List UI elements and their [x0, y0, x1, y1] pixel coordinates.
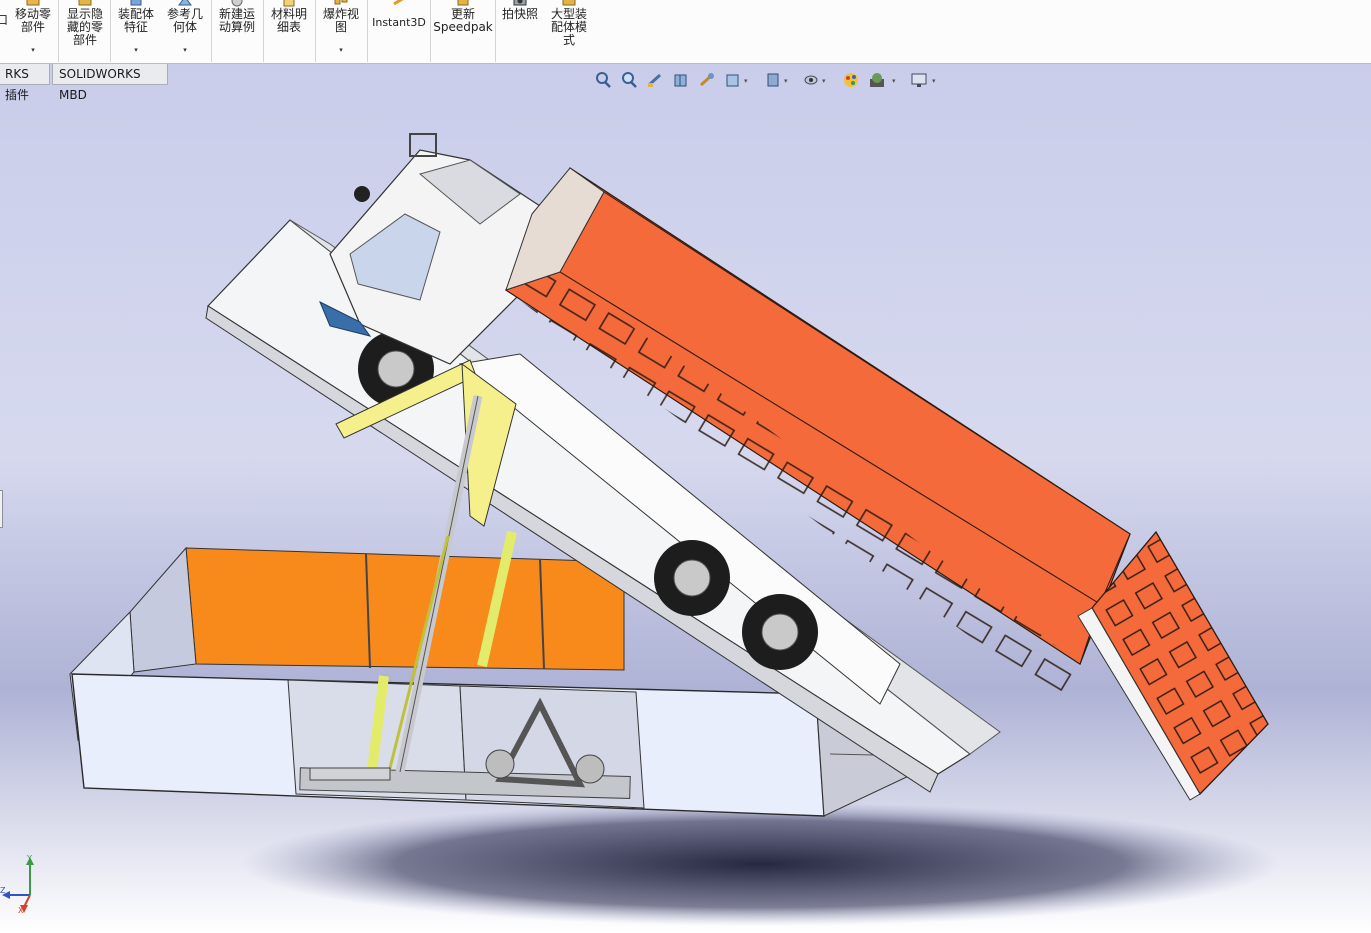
move-component-dropdown[interactable]: ▾ — [10, 46, 56, 54]
new-motion-study-label: 新建运 动算例 — [218, 7, 255, 34]
speedpak-icon — [457, 0, 469, 6]
ribbon-separator — [58, 0, 59, 62]
dynamic-annotation-button[interactable] — [696, 68, 718, 92]
ribbon-separator — [211, 0, 212, 62]
cut-off-tool[interactable]: 口 — [0, 0, 8, 62]
ground-shadow — [240, 802, 1280, 926]
large-assembly-mode-label: 大型装 配体模 式 — [550, 7, 587, 47]
exploded-view-dropdown[interactable]: ▾ — [317, 46, 365, 54]
ribbon-separator — [263, 0, 264, 62]
apply-scene-button[interactable] — [866, 68, 888, 92]
view-orientation-dropdown[interactable]: ▾ — [744, 77, 748, 85]
reference-geometry-icon — [178, 0, 192, 6]
view-orientation-icon — [726, 74, 739, 87]
graphics-area[interactable] — [0, 64, 1371, 933]
take-snapshot-label: 拍快照 — [501, 7, 538, 21]
ribbon-separator — [430, 0, 431, 62]
update-speedpak-label: 更新 Speedpak — [433, 7, 493, 34]
feature-manager-collapse-handle[interactable] — [0, 490, 3, 528]
show-hidden-label: 显示隐 藏的零 部件 — [66, 7, 103, 47]
bom-icon — [283, 0, 295, 7]
exploded-view-label: 爆炸视 图 — [322, 7, 359, 34]
z-axis-label: Z — [0, 886, 6, 895]
x-axis-label: X — [18, 906, 24, 915]
instant3d-icon — [393, 0, 404, 6]
ribbon-separator — [495, 0, 496, 62]
move-component-label: 移动零 部件 — [14, 7, 51, 34]
previous-view-icon — [647, 73, 662, 87]
exploded-view-icon — [334, 0, 348, 5]
bill-of-materials-button[interactable]: 材料明 细表 — [265, 0, 313, 62]
display-style-icon — [767, 73, 779, 87]
zoom-to-fit-button[interactable] — [592, 68, 614, 92]
camera-icon — [513, 0, 527, 6]
assembly-features-dropdown[interactable]: ▾ — [112, 46, 160, 54]
reference-geometry-label: 参考几 何体 — [166, 7, 203, 34]
ribbon-separator — [367, 0, 368, 62]
zoom-to-area-button[interactable] — [618, 68, 640, 92]
new-motion-study-button[interactable]: 新建运 动算例 — [213, 0, 261, 62]
tab-solidworks-mbd[interactable]: SOLIDWORKS MBD — [52, 64, 168, 102]
y-axis-label: Y — [26, 855, 32, 863]
large-assembly-mode-button[interactable]: 大型装 配体模 式 — [545, 0, 593, 62]
hide-show-dropdown[interactable]: ▾ — [822, 77, 826, 85]
instant3d-button[interactable]: Instant3D — [369, 0, 429, 62]
take-snapshot-button[interactable]: 拍快照 — [497, 0, 543, 62]
tab-addins[interactable]: RKS 插件 — [0, 64, 50, 102]
ribbon-separator — [110, 0, 111, 62]
large-assembly-icon — [562, 0, 576, 6]
zoom-to-area-icon — [622, 72, 637, 88]
view-settings-dropdown[interactable]: ▾ — [932, 77, 936, 85]
previous-view-button[interactable] — [644, 68, 666, 92]
display-style-dropdown[interactable]: ▾ — [784, 77, 788, 85]
edit-appearance-icon — [844, 73, 858, 87]
view-orientation-button[interactable] — [722, 68, 744, 92]
update-speedpak-button[interactable]: 更新 Speedpak — [432, 0, 494, 62]
section-view-button[interactable] — [670, 68, 692, 92]
show-hidden-components-button[interactable]: 显示隐 藏的零 部件 — [60, 0, 110, 62]
ribbon-separator — [315, 0, 316, 62]
view-settings-icon — [911, 73, 927, 87]
assembly-features-button[interactable]: 装配体 特征 ▾ — [112, 0, 160, 62]
hide-show-items-icon — [804, 75, 818, 85]
move-component-button[interactable]: 移动零 部件 ▾ — [10, 0, 56, 62]
display-style-button[interactable] — [762, 68, 784, 92]
assembly-features-icon — [130, 0, 142, 6]
hide-show-items-button[interactable] — [800, 68, 822, 92]
coordinate-triad: Y Z X — [0, 855, 34, 915]
zoom-to-fit-icon — [596, 72, 611, 88]
edit-appearance-button[interactable] — [840, 68, 862, 92]
show-hidden-icon — [78, 0, 92, 6]
assembly-features-label: 装配体 特征 — [117, 7, 154, 34]
move-component-icon — [26, 0, 40, 6]
command-manager-ribbon: 口 移动零 部件 ▾ 显示隐 藏的零 部件 装配体 特征 ▾ 参考几 何体 ▾ … — [0, 0, 1371, 64]
motion-study-icon — [231, 0, 243, 7]
view-settings-button[interactable] — [908, 68, 930, 92]
apply-scene-icon — [870, 73, 884, 87]
reference-geometry-button[interactable]: 参考几 何体 ▾ — [162, 0, 208, 62]
exploded-view-button[interactable]: 爆炸视 图 ▾ — [317, 0, 365, 62]
section-view-icon — [674, 74, 687, 87]
cut-off-tool-label: 口 — [0, 13, 9, 27]
apply-scene-dropdown[interactable]: ▾ — [892, 77, 896, 85]
dynamic-annotation-icon — [699, 73, 714, 87]
instant3d-label: Instant3D — [372, 16, 426, 29]
bill-of-materials-label: 材料明 细表 — [270, 7, 307, 34]
reference-geometry-dropdown[interactable]: ▾ — [162, 46, 208, 54]
